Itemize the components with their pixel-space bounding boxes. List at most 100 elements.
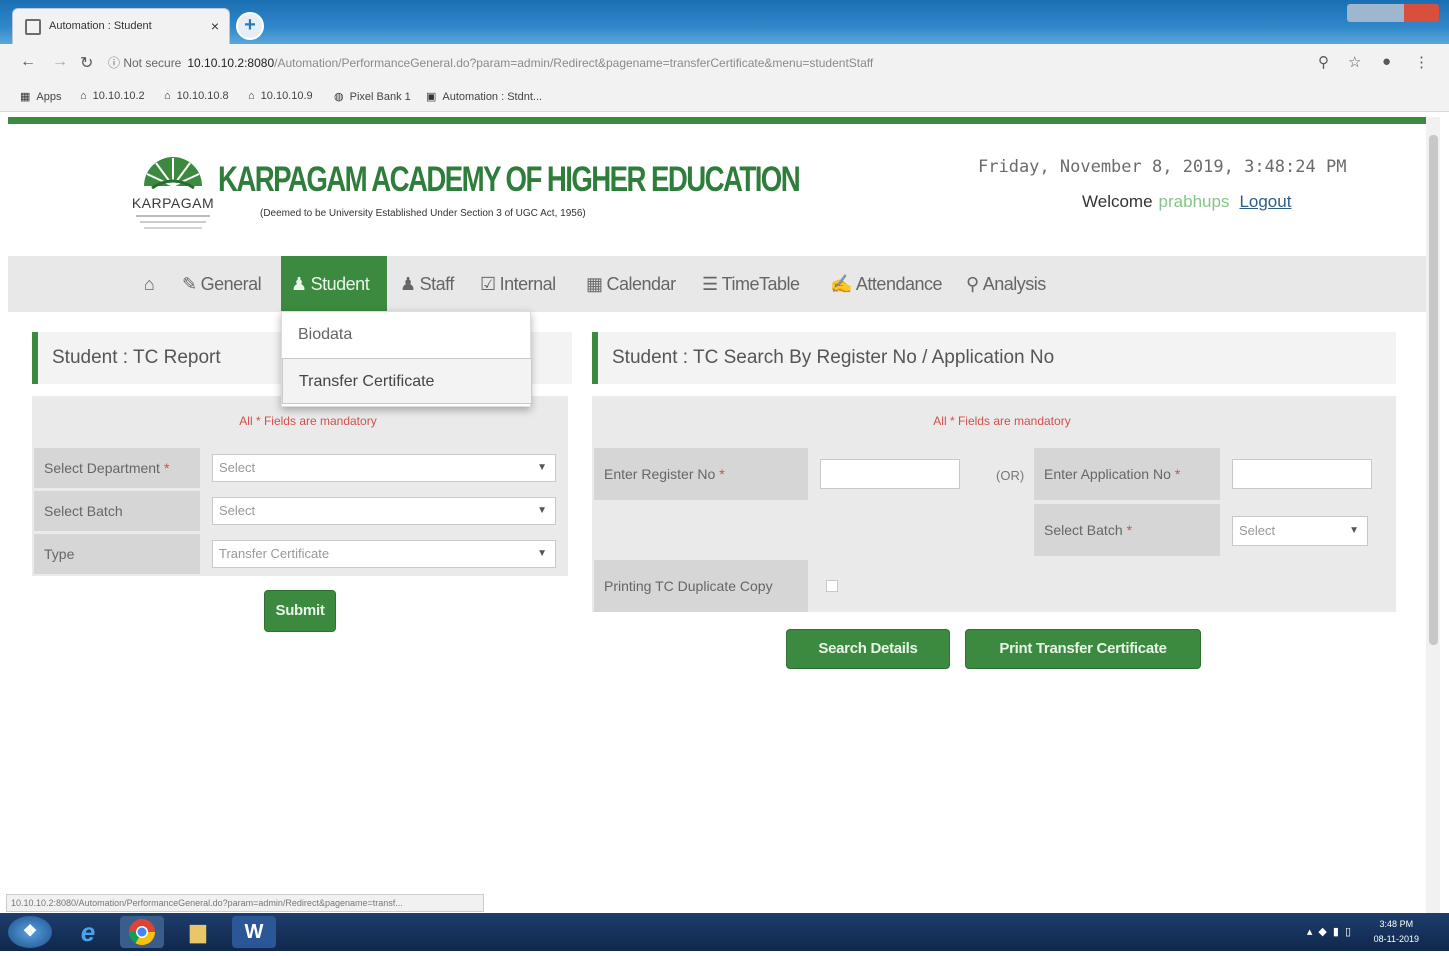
search-batch-select[interactable]: Select ▼	[1232, 516, 1368, 546]
chevron-down-icon: ▼	[537, 462, 547, 473]
university-name: KARPAGAM ACADEMY OF HIGHER EDUCATION	[218, 160, 801, 199]
mandatory-note: All * Fields are mandatory	[239, 414, 377, 428]
home-icon: ⌂	[143, 274, 155, 294]
application-no-label: Enter Application No *	[1034, 448, 1220, 500]
edit-icon: ✍	[830, 274, 852, 294]
page-icon: ▣	[426, 91, 437, 103]
chevron-down-icon: ▼	[537, 548, 547, 559]
tab-close-icon[interactable]: ×	[211, 18, 219, 34]
profile-icon[interactable]: ●	[1382, 53, 1391, 70]
nav-calendar[interactable]: ▦ Calendar	[586, 256, 676, 312]
page-favicon-icon	[25, 19, 41, 35]
globe-icon: ◍	[334, 91, 344, 103]
nav-home[interactable]: ⌂	[130, 256, 168, 312]
browser-toolbar: ← → ↻ ⓘ Not secure 10.10.10.2:8080/Automa…	[0, 44, 1449, 82]
user-icon: ♟	[291, 274, 307, 294]
browser-tab[interactable]: Automation : Student ×	[12, 8, 230, 44]
address-bar[interactable]: ⓘ Not secure 10.10.10.2:8080/Automation/P…	[108, 50, 1398, 76]
system-tray-icons[interactable]: ▴◆▮▯	[1307, 925, 1357, 938]
application-no-input[interactable]	[1232, 459, 1372, 489]
tc-search-header: Student : TC Search By Register No / App…	[592, 332, 1396, 384]
new-tab-button[interactable]: +	[236, 12, 264, 40]
window-controls[interactable]	[1347, 4, 1439, 22]
not-secure-label: ⓘ Not secure	[108, 56, 182, 70]
nav-general[interactable]: ✎ General	[182, 256, 262, 312]
home-icon: ⌂	[248, 90, 255, 102]
url-host: 10.10.10.2:8080	[187, 56, 275, 70]
nav-internal[interactable]: ☑ Internal	[480, 256, 556, 312]
student-dropdown-menu: Biodata Transfer Certificate	[281, 311, 532, 407]
duplicate-copy-label: Printing TC Duplicate Copy	[594, 560, 808, 612]
university-logo: KARPAGAM	[130, 142, 216, 238]
bookmark-2[interactable]: ⌂ 10.10.10.8	[164, 90, 229, 102]
type-label: Type	[34, 534, 200, 574]
url-path: /Automation/PerformanceGeneral.do?param=…	[274, 56, 874, 70]
current-datetime: Friday, November 8, 2019, 3:48:24 PM	[978, 157, 1347, 177]
bookmarks-bar: ▦ Apps ⌂ 10.10.10.2 ⌂ 10.10.10.8 ⌂ 10.10.10.…	[0, 82, 1449, 112]
bookmark-4[interactable]: ◍ Pixel Bank 1	[334, 90, 411, 103]
ie-icon[interactable]: e	[66, 916, 110, 948]
windows-taskbar: ❖ e ▆ W ▴◆▮▯ 3:48 PM 08-11-2019	[0, 913, 1449, 951]
tab-title: Automation : Student	[49, 20, 152, 32]
reload-icon[interactable]: ↻	[80, 53, 93, 73]
search-batch-label: Select Batch *	[1034, 504, 1220, 556]
main-nav-bar: ⌂ ✎ General ♟ Student ♟ Staff ☑ Internal ▦ Ca…	[8, 256, 1426, 312]
department-label: Select Department *	[34, 448, 200, 488]
bookmark-star-icon[interactable]: ☆	[1348, 53, 1361, 71]
bookmark-apps[interactable]: ▦ Apps	[20, 90, 61, 103]
logout-link[interactable]: Logout	[1239, 192, 1291, 211]
chart-icon: ⚲	[966, 274, 979, 294]
username: prabhups	[1158, 192, 1230, 211]
menu-item-transfer-certificate[interactable]: Transfer Certificate	[282, 358, 532, 404]
tc-search-form: All * Fields are mandatory Enter Registe…	[592, 396, 1396, 612]
bookmark-5[interactable]: ▣ Automation : Stdnt...	[426, 90, 542, 103]
nav-student[interactable]: ♟ Student	[281, 256, 387, 312]
chevron-down-icon: ▼	[537, 505, 547, 516]
nav-staff[interactable]: ♟ Staff	[400, 256, 454, 312]
register-no-label: Enter Register No *	[594, 448, 808, 500]
system-clock[interactable]: 3:48 PM 08-11-2019	[1374, 917, 1419, 947]
or-separator: (OR)	[996, 468, 1025, 483]
department-select[interactable]: Select ▼	[212, 454, 556, 482]
print-transfer-certificate-button[interactable]: Print Transfer Certificate	[965, 629, 1201, 669]
menu-kebab-icon[interactable]: ⋮	[1414, 53, 1429, 71]
word-icon[interactable]: W	[232, 916, 276, 948]
home-icon: ⌂	[80, 90, 87, 102]
batch-label: Select Batch	[34, 491, 200, 531]
welcome-label: Welcome	[1082, 192, 1153, 211]
welcome-area: Welcome prabhups Logout	[1082, 192, 1291, 212]
menu-item-biodata[interactable]: Biodata	[282, 312, 532, 358]
start-button-icon[interactable]: ❖	[8, 916, 52, 948]
header-accent-bar	[8, 117, 1426, 124]
file-explorer-icon[interactable]: ▆	[176, 916, 220, 948]
search-details-button[interactable]: Search Details	[786, 629, 950, 669]
mandatory-note: All * Fields are mandatory	[933, 414, 1071, 428]
bookmark-1[interactable]: ⌂ 10.10.10.2	[80, 90, 145, 102]
chrome-icon[interactable]	[120, 916, 164, 948]
staff-icon: ♟	[400, 274, 416, 294]
register-no-input[interactable]	[820, 459, 960, 489]
checkbox-icon: ☑	[480, 274, 496, 294]
chevron-down-icon: ▼	[1349, 525, 1359, 536]
submit-button[interactable]: Submit	[264, 590, 336, 632]
pencil-icon: ✎	[182, 274, 197, 294]
calendar-icon: ▦	[586, 274, 603, 294]
apps-icon: ▦	[20, 91, 31, 103]
home-icon: ⌂	[164, 90, 171, 102]
nav-analysis[interactable]: ⚲ Analysis	[966, 256, 1046, 312]
back-arrow-icon[interactable]: ←	[20, 53, 36, 71]
scrollbar-thumb[interactable]	[1429, 135, 1438, 645]
svg-text:KARPAGAM: KARPAGAM	[132, 195, 214, 211]
tc-report-form: All * Fields are mandatory Select Depart…	[32, 396, 568, 576]
nav-attendance[interactable]: ✍ Attendance	[830, 256, 943, 312]
batch-select[interactable]: Select ▼	[212, 497, 556, 525]
zoom-icon[interactable]: ⚲	[1318, 53, 1329, 71]
list-icon: ☰	[702, 274, 718, 294]
nav-timetable[interactable]: ☰ TimeTable	[702, 256, 800, 312]
university-subtitle: (Deemed to be University Established Und…	[260, 208, 586, 219]
bookmark-3[interactable]: ⌂ 10.10.10.9	[248, 90, 313, 102]
status-bar-url: 10.10.10.2:8080/Automation/PerformanceGe…	[6, 894, 484, 912]
type-select[interactable]: Transfer Certificate ▼	[212, 540, 556, 568]
duplicate-copy-checkbox[interactable]	[826, 580, 838, 592]
forward-arrow-icon[interactable]: →	[52, 53, 68, 71]
